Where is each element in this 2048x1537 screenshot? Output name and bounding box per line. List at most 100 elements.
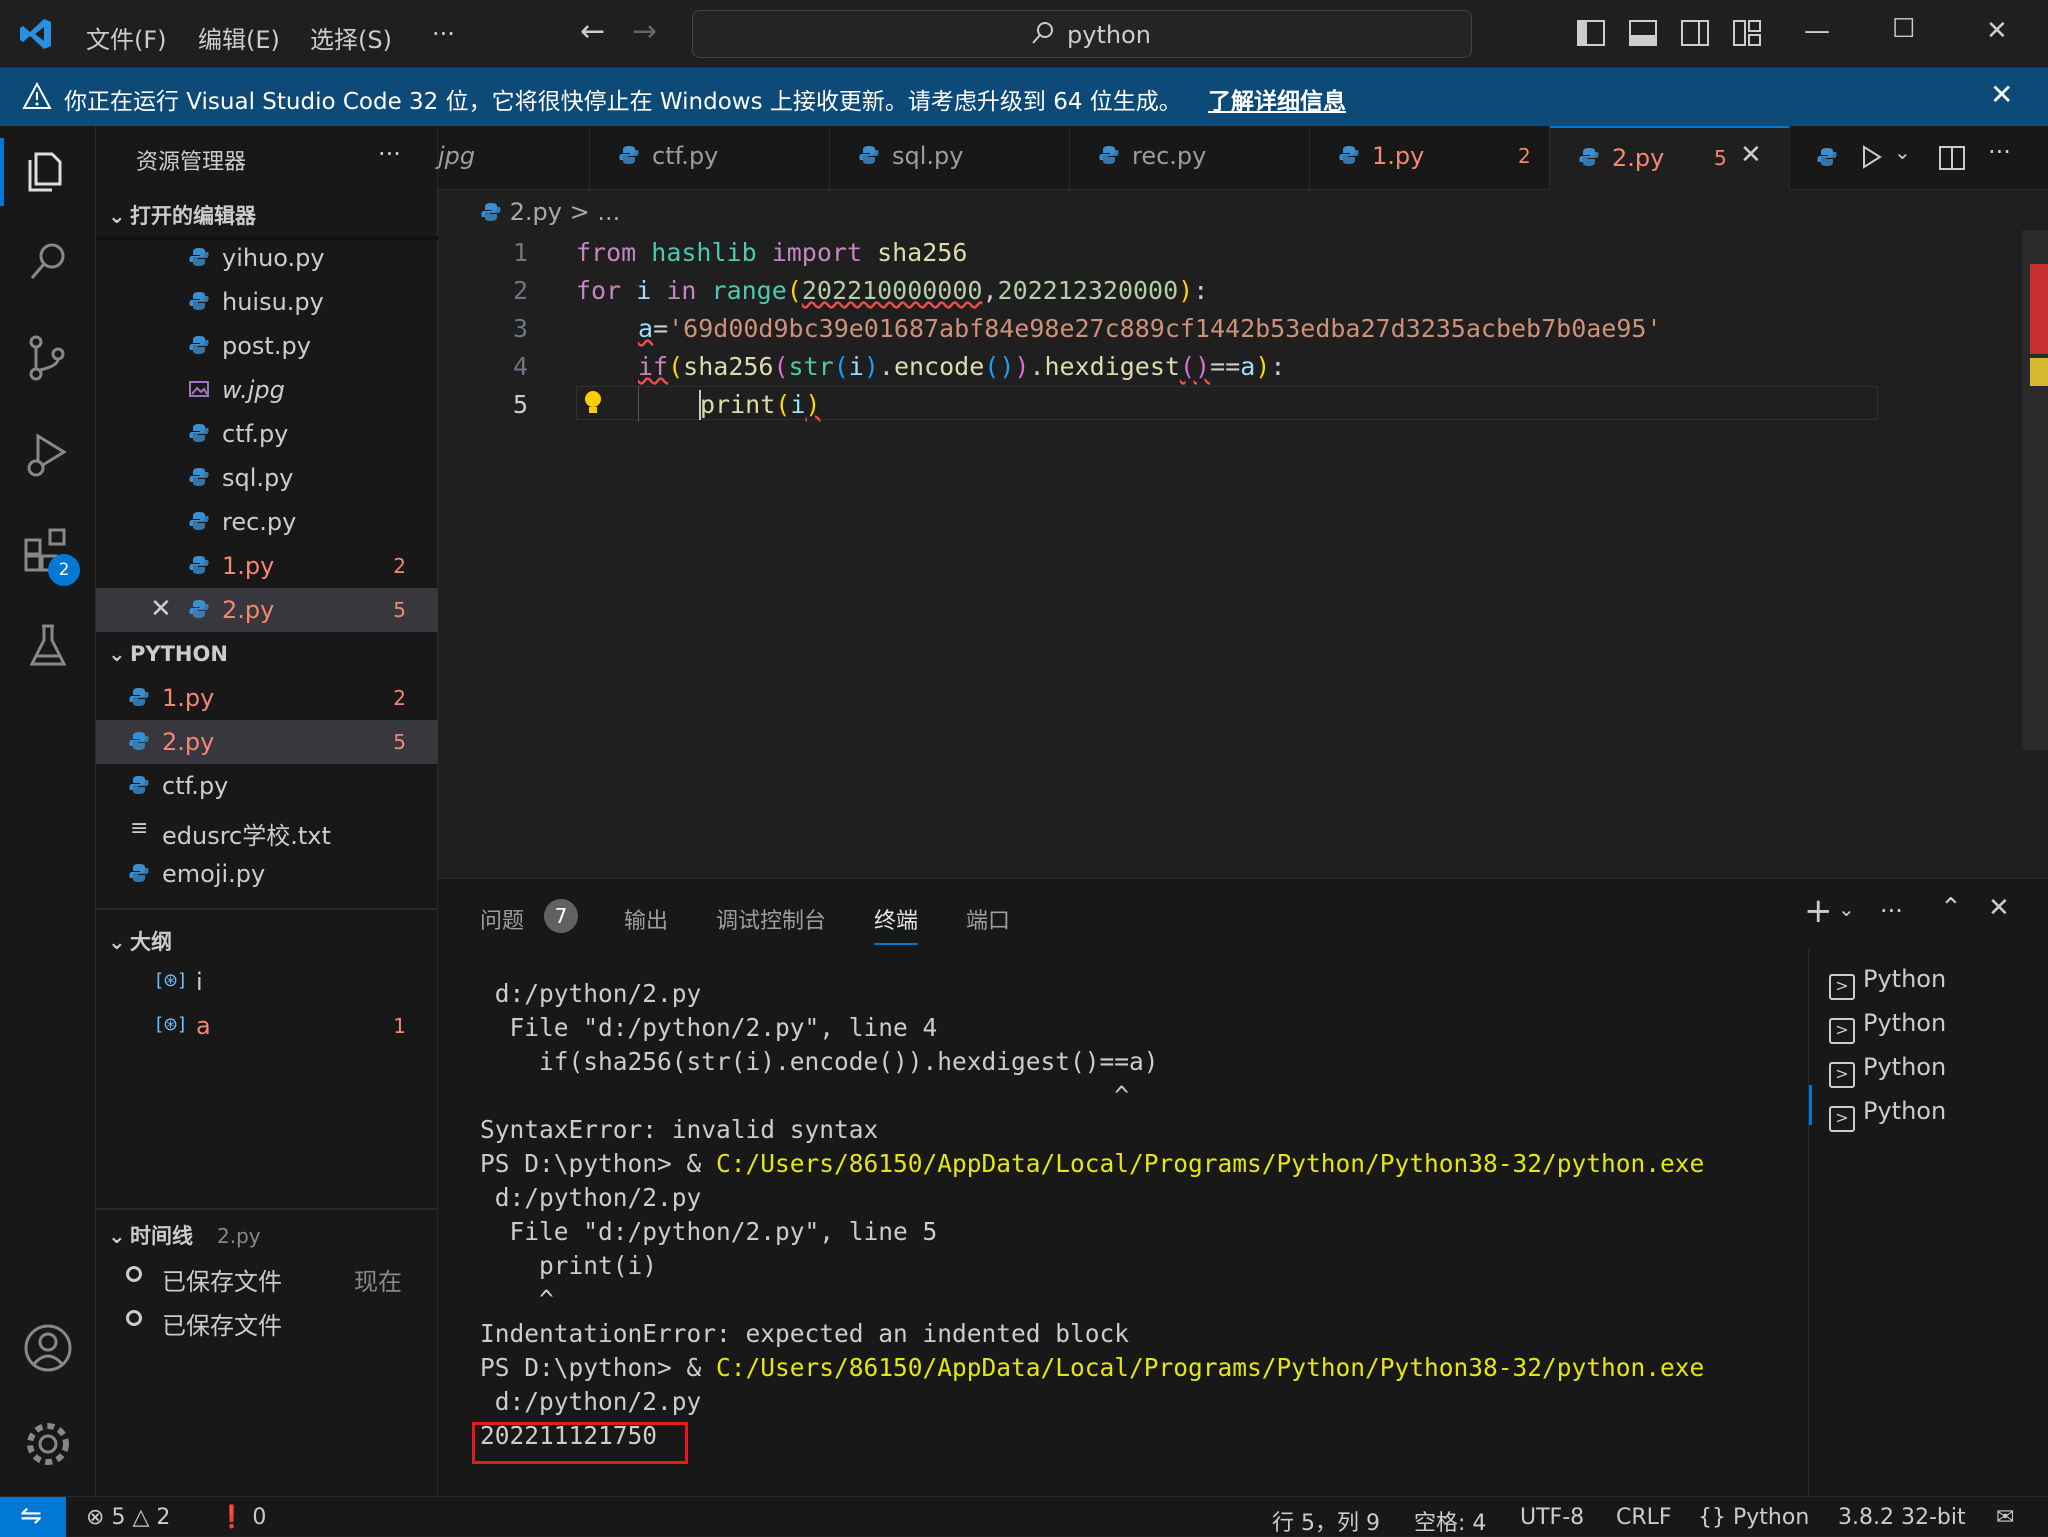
banner-learn-more-link[interactable]: 了解详细信息 — [1208, 82, 1346, 116]
close-panel-icon[interactable]: ✕ — [1988, 893, 2010, 923]
open-editor-item[interactable]: huisu.py — [96, 280, 438, 324]
timeline-dot-icon — [126, 1310, 142, 1326]
open-editor-item[interactable]: rec.py — [96, 500, 438, 544]
tab-debug-console[interactable]: 调试控制台 — [716, 903, 826, 935]
breadcrumb-symbols[interactable]: ... — [597, 198, 620, 226]
toggle-panel-icon[interactable] — [1628, 18, 1658, 48]
run-debug-icon[interactable] — [22, 428, 74, 480]
section-open-editors[interactable]: ⌄ 打开的编辑器 — [108, 200, 256, 230]
source-control-icon[interactable] — [22, 332, 74, 384]
cursor-position[interactable]: 行 5，列 9 — [1272, 1505, 1380, 1537]
terminal-instance[interactable]: > Python — [1829, 965, 1946, 1000]
split-editor-icon[interactable] — [1938, 144, 1966, 172]
close-editor-icon[interactable]: ✕ — [150, 594, 172, 624]
open-editor-item[interactable]: sql.py — [96, 456, 438, 500]
tab-output[interactable]: 输出 — [624, 903, 668, 935]
outline-item[interactable]: [⊛] a 1 — [96, 1004, 438, 1048]
terminal-instance[interactable]: > Python — [1829, 1009, 1946, 1044]
open-editor-item[interactable]: 1.py 2 — [96, 544, 438, 588]
open-editor-item[interactable]: ✕ 2.py 5 — [96, 588, 438, 632]
search-icon[interactable] — [22, 236, 74, 288]
python-interpreter[interactable]: 3.8.2 32-bit — [1838, 1505, 1966, 1530]
vscode-logo-icon[interactable] — [18, 16, 54, 52]
folder-file-item[interactable]: ctf.py — [96, 764, 438, 808]
menu-selection[interactable]: 选择(S) — [310, 20, 392, 55]
terminal-dropdown-chevron-icon[interactable]: ⌄ — [1838, 897, 1855, 921]
outline-item[interactable]: [⊛] i — [96, 960, 438, 1004]
line-number: 4 — [512, 352, 528, 381]
code-editor[interactable]: 1 2 3 4 5 from hashlib import sha256 for… — [438, 230, 2048, 878]
terminal-line: ^ — [480, 1081, 1130, 1110]
terminal-instance[interactable]: > Python — [1829, 1053, 1946, 1088]
banner-close-icon[interactable]: ✕ — [1990, 78, 2013, 111]
new-terminal-plus-icon[interactable]: + — [1804, 891, 1833, 931]
open-editor-item[interactable]: w.jpg — [96, 368, 438, 412]
tab-rec[interactable]: rec.py — [1070, 126, 1310, 190]
account-icon[interactable] — [22, 1322, 74, 1374]
run-file-icon[interactable] — [1858, 144, 1884, 170]
variable-symbol-icon: [⊛] — [156, 1014, 186, 1035]
toggle-primary-sidebar-icon[interactable] — [1576, 18, 1606, 48]
remote-indicator[interactable]: ⇋ — [0, 1497, 66, 1537]
tab-problems[interactable]: 问题 — [480, 903, 524, 935]
sidebar-more-icon[interactable]: ··· — [378, 140, 401, 168]
customize-layout-icon[interactable] — [1732, 18, 1762, 48]
errors-warnings-indicator[interactable]: ⊗ 5 △ 2 — [86, 1505, 170, 1530]
terminal-output[interactable]: d:/python/2.py File "d:/python/2.py", li… — [480, 977, 1704, 1453]
close-window-icon[interactable]: ✕ — [1986, 16, 2008, 46]
menu-edit[interactable]: 编辑(E) — [198, 20, 280, 55]
banner-message: 你正在运行 Visual Studio Code 32 位，它将很快停止在 Wi… — [64, 89, 1182, 115]
folder-file-item[interactable]: 2.py 5 — [96, 720, 438, 764]
editor-scrollbar[interactable] — [2022, 230, 2048, 750]
testing-icon[interactable] — [22, 620, 74, 672]
open-editor-item[interactable]: post.py — [96, 324, 438, 368]
line-ending[interactable]: CRLF — [1616, 1505, 1672, 1530]
breadcrumb-file[interactable]: 2.py — [510, 198, 562, 226]
explorer-icon[interactable] — [22, 144, 74, 196]
open-editor-item[interactable]: yihuo.py — [96, 236, 438, 280]
maximize-icon[interactable]: ☐ — [1892, 14, 1915, 44]
terminal-instance[interactable]: > Python — [1829, 1097, 1946, 1132]
folder-file-item[interactable]: emoji.py — [96, 852, 438, 896]
tab-1py[interactable]: 1.py 2 — [1310, 126, 1550, 190]
more-actions-icon[interactable]: ··· — [1988, 138, 2011, 166]
panel-more-icon[interactable]: ··· — [1880, 897, 1903, 925]
forward-arrow-icon[interactable]: → — [632, 14, 657, 49]
tab-sql[interactable]: sql.py — [830, 126, 1070, 190]
timeline-item[interactable]: 已保存文件 现在 — [96, 1254, 438, 1298]
run-dropdown-chevron-icon[interactable]: ⌄ — [1894, 140, 1911, 164]
command-center-search[interactable]: python — [692, 10, 1472, 58]
back-arrow-icon[interactable]: ← — [580, 14, 605, 49]
notifications-bell-icon[interactable]: ✉ — [1996, 1505, 2014, 1530]
folder-file-item[interactable]: 1.py 2 — [96, 676, 438, 720]
menu-file[interactable]: 文件(F) — [86, 20, 167, 55]
tab-ports[interactable]: 端口 — [966, 903, 1010, 935]
tab-terminal[interactable]: 终端 — [874, 903, 919, 945]
python-file-icon — [189, 468, 209, 486]
maximize-panel-chevron-icon[interactable]: ⌃ — [1940, 893, 1962, 923]
python-file-icon — [859, 146, 879, 164]
language-mode[interactable]: {​} Python — [1698, 1505, 1809, 1530]
indentation[interactable]: 空格: 4 — [1414, 1505, 1486, 1537]
encoding[interactable]: UTF-8 — [1520, 1505, 1584, 1530]
section-label: 时间线 — [130, 1224, 193, 1248]
python-file-icon — [129, 732, 149, 750]
open-editor-item[interactable]: ctf.py — [96, 412, 438, 456]
explorer-sidebar: 资源管理器 ··· ⌄ 打开的编辑器 yihuo.py huisu.py post… — [96, 126, 438, 1496]
tab-jpg[interactable]: jpg — [438, 126, 590, 190]
menu-more[interactable]: ··· — [432, 20, 455, 48]
folder-file-item[interactable]: ≡ edusrc学校.txt — [96, 808, 438, 852]
lightbulb-icon[interactable] — [582, 388, 604, 418]
ports-indicator[interactable]: ❗ 0 — [218, 1505, 266, 1530]
activity-bar: 2 — [0, 126, 96, 1496]
toggle-secondary-sidebar-icon[interactable] — [1680, 18, 1710, 48]
minimize-icon[interactable]: — — [1804, 16, 1830, 46]
close-tab-icon[interactable]: ✕ — [1740, 140, 1762, 170]
section-python-folder[interactable]: ⌄ PYTHON — [108, 642, 228, 666]
section-timeline[interactable]: ⌄ 时间线 2.py — [108, 1220, 261, 1250]
tab-2py[interactable]: 2.py 5 ✕ — [1550, 126, 1790, 190]
tab-ctf[interactable]: ctf.py — [590, 126, 830, 190]
settings-gear-icon[interactable] — [22, 1418, 74, 1470]
section-outline[interactable]: ⌄ 大纲 — [108, 926, 172, 956]
timeline-item[interactable]: 已保存文件 — [96, 1298, 438, 1342]
